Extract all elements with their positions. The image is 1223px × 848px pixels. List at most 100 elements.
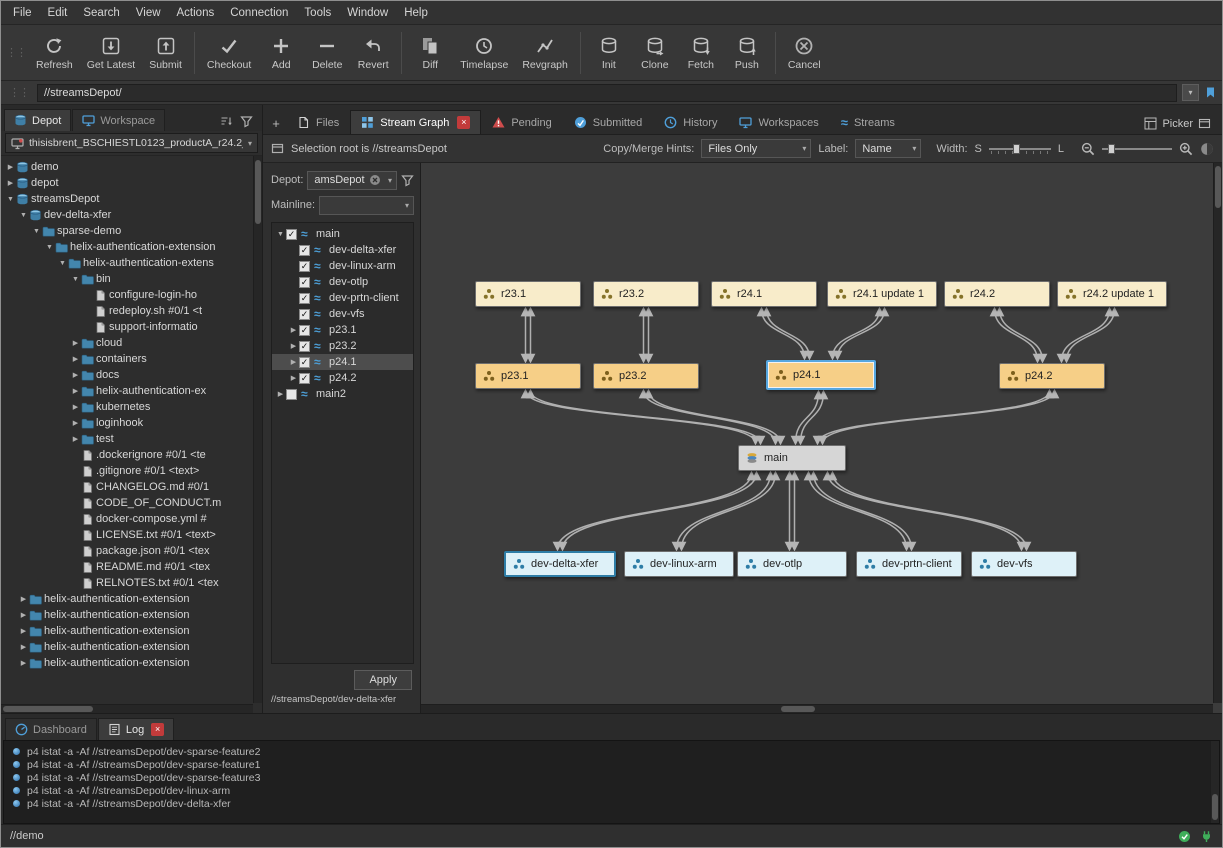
expand-arrow-icon[interactable]: ▶	[70, 435, 81, 443]
zoom-slider[interactable]	[1102, 142, 1172, 156]
menu-edit[interactable]: Edit	[40, 5, 76, 21]
tab-files[interactable]: Files	[286, 110, 350, 134]
expand-arrow-icon[interactable]: ▼	[57, 260, 68, 267]
menu-tools[interactable]: Tools	[296, 5, 339, 21]
expand-arrow-icon[interactable]: ▶	[5, 163, 16, 171]
expand-arrow-icon[interactable]: ▶	[288, 326, 299, 334]
stream-node-dev-delta-xfer[interactable]: dev-delta-xfer	[504, 551, 616, 577]
tree-item-test[interactable]: ▶test	[1, 431, 252, 447]
tree-item-code-of-conduct-m[interactable]: CODE_OF_CONDUCT.m	[1, 495, 252, 511]
tab-log[interactable]: Log×	[98, 718, 174, 740]
connection-selector[interactable]: thisisbrent_BSCHIESTL0123_productA_r24.2…	[5, 133, 258, 153]
expand-arrow-icon[interactable]: ▼	[70, 276, 81, 283]
sort-icon[interactable]	[220, 115, 233, 128]
stream-node-p23-1[interactable]: p23.1	[475, 363, 581, 389]
tree-item-loginhook[interactable]: ▶loginhook	[1, 415, 252, 431]
tree-item-helix-authentication-extension[interactable]: ▶helix-authentication-extension	[1, 591, 252, 607]
toolbar-submit-button[interactable]: Submit	[142, 32, 189, 73]
checkbox[interactable]: ✓	[299, 309, 310, 320]
expand-arrow-icon[interactable]: ▶	[5, 179, 16, 187]
stream-node-dev-vfs[interactable]: dev-vfs	[971, 551, 1077, 577]
expand-arrow-icon[interactable]: ▶	[18, 611, 29, 619]
tree-item-helix-authentication-ex[interactable]: ▶helix-authentication-ex	[1, 383, 252, 399]
stream-node-p24-2[interactable]: p24.2	[999, 363, 1105, 389]
tab-submitted[interactable]: Submitted	[563, 110, 654, 134]
tab-history[interactable]: History	[653, 110, 728, 134]
log-vscrollbar[interactable]	[1210, 741, 1219, 823]
menu-window[interactable]: Window	[339, 5, 396, 21]
tab-depot[interactable]: Depot	[4, 109, 71, 131]
tree-item-docker-compose-yml[interactable]: docker-compose.yml #	[1, 511, 252, 527]
picker-button[interactable]: Picker	[1136, 117, 1219, 134]
tree-item-configure-login-ho[interactable]: configure-login-ho	[1, 287, 252, 303]
tab-workspaces[interactable]: Workspaces	[728, 110, 829, 134]
tree-item-relnotes-txt-0-1-tex[interactable]: RELNOTES.txt #0/1 <tex	[1, 575, 252, 591]
checkbox[interactable]: ✓	[299, 293, 310, 304]
stream-node-r23-1[interactable]: r23.1	[475, 281, 581, 307]
stream-node-r24-2[interactable]: r24.2	[944, 281, 1050, 307]
expand-arrow-icon[interactable]: ▼	[31, 228, 42, 235]
stream-filter-item-main2[interactable]: ▶≈main2	[272, 386, 413, 402]
toolbar-push-button[interactable]: Push	[724, 32, 770, 73]
toolbar-fetch-button[interactable]: Fetch	[678, 32, 724, 73]
stream-filter-item-dev-linux-arm[interactable]: ✓≈dev-linux-arm	[272, 258, 413, 274]
expand-arrow-icon[interactable]: ▶	[288, 374, 299, 382]
tree-item-demo[interactable]: ▶demo	[1, 159, 252, 175]
toolbar-refresh-button[interactable]: Refresh	[29, 32, 80, 73]
tree-item-helix-authentication-extension[interactable]: ▶helix-authentication-extension	[1, 655, 252, 671]
tab-streams[interactable]: ≈Streams	[830, 110, 906, 134]
checkbox[interactable]: ✓	[299, 245, 310, 256]
address-dropdown-button[interactable]: ▾	[1182, 84, 1199, 101]
expand-arrow-icon[interactable]: ▶	[70, 403, 81, 411]
toolbar-timelapse-button[interactable]: Timelapse	[453, 32, 515, 73]
stream-filter-icon[interactable]	[401, 174, 414, 187]
tree-item-bin[interactable]: ▼bin	[1, 271, 252, 287]
expand-arrow-icon[interactable]: ▶	[70, 419, 81, 427]
tab-dashboard[interactable]: Dashboard	[5, 718, 97, 740]
expand-arrow-icon[interactable]: ▶	[18, 659, 29, 667]
checkbox[interactable]: ✓	[299, 261, 310, 272]
expand-arrow-icon[interactable]: ▶	[275, 390, 286, 398]
expand-arrow-icon[interactable]: ▼	[5, 196, 16, 203]
expand-arrow-icon[interactable]: ▼	[275, 231, 286, 238]
tree-item-cloud[interactable]: ▶cloud	[1, 335, 252, 351]
filter-icon[interactable]	[240, 115, 253, 128]
depot-tree-vscrollbar[interactable]	[253, 156, 262, 703]
zoom-out-icon[interactable]	[1081, 142, 1095, 156]
toolbar-get-latest-button[interactable]: Get Latest	[80, 32, 142, 73]
tree-item-redeploy-sh-0-1-t[interactable]: redeploy.sh #0/1 <t	[1, 303, 252, 319]
stream-node-dev-prtn-client[interactable]: dev-prtn-client	[856, 551, 962, 577]
tab-pending[interactable]: Pending	[481, 110, 562, 134]
tree-item-package-json-0-1-tex[interactable]: package.json #0/1 <tex	[1, 543, 252, 559]
checkbox[interactable]: ✓	[299, 325, 310, 336]
addressbar-drag-handle[interactable]: ⋮⋮	[6, 86, 32, 99]
tree-item-license-txt-0-1-text[interactable]: LICENSE.txt #0/1 <text>	[1, 527, 252, 543]
checkbox[interactable]: ✓	[299, 373, 310, 384]
tree-item-docs[interactable]: ▶docs	[1, 367, 252, 383]
toolbar-checkout-button[interactable]: Checkout	[200, 32, 258, 73]
fit-view-icon[interactable]	[1200, 142, 1214, 156]
depot-tree-hscrollbar[interactable]	[1, 704, 253, 713]
tree-item-depot[interactable]: ▶depot	[1, 175, 252, 191]
stream-node-r24-2u1[interactable]: r24.2 update 1	[1057, 281, 1167, 307]
menu-help[interactable]: Help	[396, 5, 436, 21]
width-slider[interactable]	[989, 142, 1051, 156]
stream-filter-item-p23-2[interactable]: ▶✓≈p23.2	[272, 338, 413, 354]
toolbar-clone-button[interactable]: Clone	[632, 32, 678, 73]
toolbar-delete-button[interactable]: Delete	[304, 32, 350, 73]
tree-item-gitignore-0-1-text[interactable]: .gitignore #0/1 <text>	[1, 463, 252, 479]
menu-view[interactable]: View	[128, 5, 169, 21]
expand-arrow-icon[interactable]: ▶	[288, 358, 299, 366]
stream-node-r24-1[interactable]: r24.1	[711, 281, 817, 307]
tab-stream-graph[interactable]: Stream Graph×	[350, 110, 481, 134]
menu-file[interactable]: File	[5, 5, 40, 21]
tree-item-changelog-md-0-1[interactable]: CHANGELOG.md #0/1	[1, 479, 252, 495]
stream-filter-item-dev-delta-xfer[interactable]: ✓≈dev-delta-xfer	[272, 242, 413, 258]
tree-item-helix-authentication-extension[interactable]: ▶helix-authentication-extension	[1, 607, 252, 623]
tree-item-streamsdepot[interactable]: ▼streamsDepot	[1, 191, 252, 207]
stream-node-p23-2[interactable]: p23.2	[593, 363, 699, 389]
stream-node-r24-1u1[interactable]: r24.1 update 1	[827, 281, 937, 307]
stream-node-dev-otlp[interactable]: dev-otlp	[737, 551, 847, 577]
canvas-hscrollbar[interactable]	[421, 704, 1213, 713]
stream-filter-item-p23-1[interactable]: ▶✓≈p23.1	[272, 322, 413, 338]
